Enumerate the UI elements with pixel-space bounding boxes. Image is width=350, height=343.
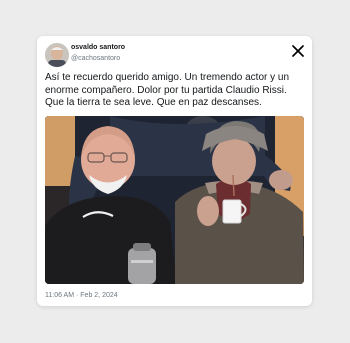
author-name[interactable]: osvaldo santoro [71,44,125,51]
tweet-card: osvaldo santoro @cachosantoro Así te rec… [37,36,312,306]
tweet-timestamp[interactable]: 11:06 AM · Feb 2, 2024 [45,292,118,299]
avatar[interactable] [45,43,69,67]
author-handle[interactable]: @cachosantoro [71,55,120,62]
x-logo-icon[interactable] [292,44,304,57]
tweet-photo[interactable] [45,116,304,284]
tweet-text: Así te recuerdo querido amigo. Un tremen… [45,72,290,108]
